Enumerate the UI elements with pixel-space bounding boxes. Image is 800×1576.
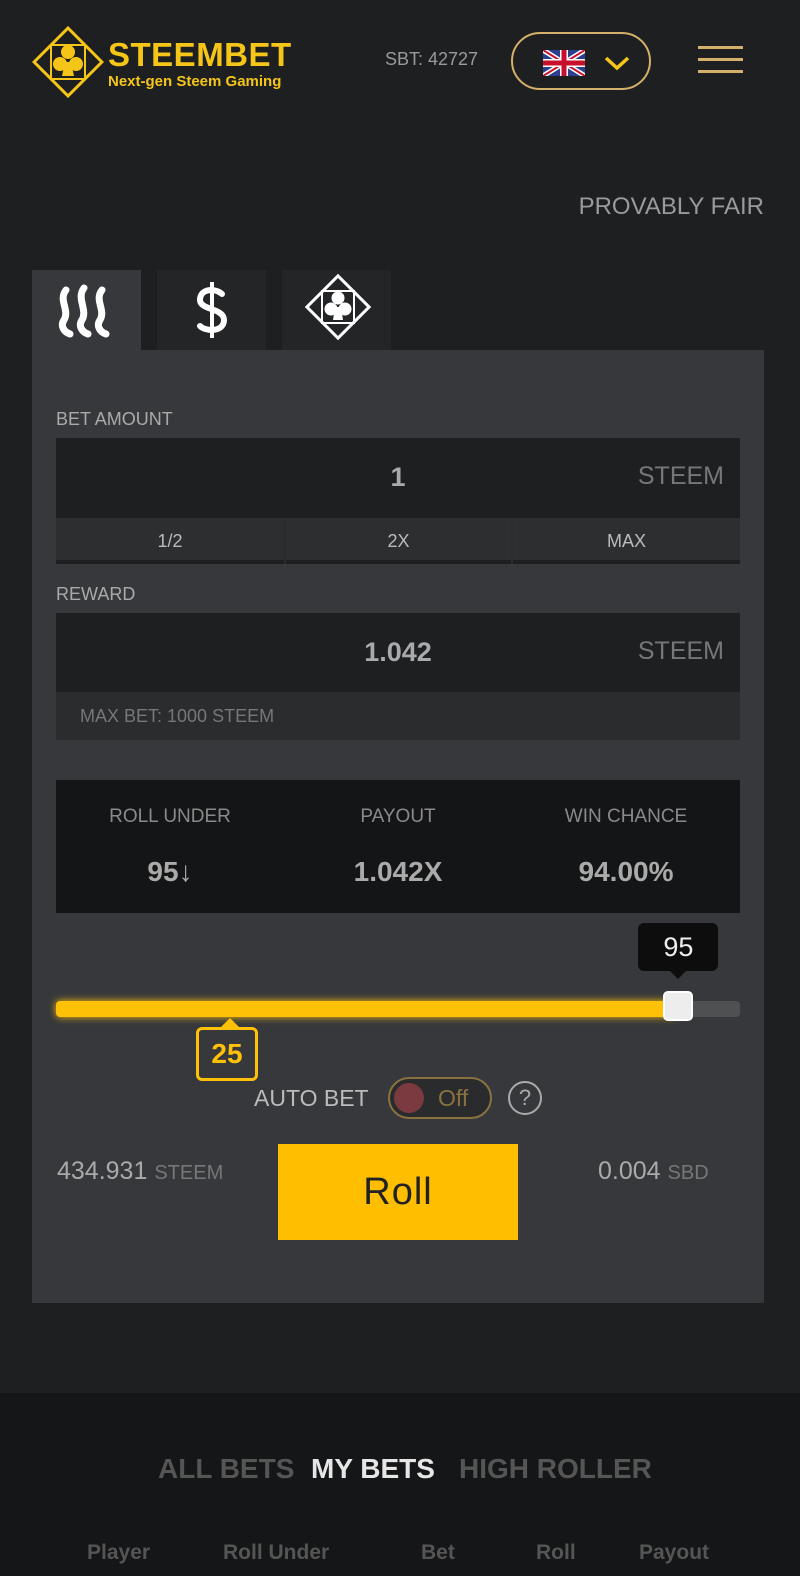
slider-thumb[interactable] bbox=[663, 991, 694, 1021]
max-bet-button[interactable]: MAX bbox=[513, 518, 740, 564]
roll-under-label: ROLL UNDER bbox=[109, 806, 231, 827]
column-bet: Bet bbox=[421, 1541, 455, 1564]
column-roll-under: Roll Under bbox=[223, 1541, 330, 1564]
column-player: Player bbox=[87, 1541, 151, 1564]
tab-high-roller[interactable]: HIGH ROLLER bbox=[459, 1453, 652, 1485]
double-bet-button[interactable]: 2X bbox=[286, 518, 511, 564]
steembet-logo-icon[interactable] bbox=[32, 26, 104, 98]
steem-balance-unit: STEEM bbox=[154, 1162, 224, 1184]
sbt-balance: SBT: 42727 bbox=[385, 49, 479, 69]
reward-label: REWARD bbox=[56, 584, 136, 604]
payout-value: 1.042X bbox=[353, 856, 443, 887]
roll-button[interactable]: Roll bbox=[278, 1144, 518, 1240]
hamburger-menu-icon[interactable] bbox=[698, 46, 743, 76]
reward-unit: STEEM bbox=[637, 637, 724, 665]
tab-sbd[interactable] bbox=[157, 270, 266, 350]
slider-min-marker[interactable]: 25 bbox=[196, 1018, 258, 1081]
provably-fair-link[interactable]: PROVABLY FAIR bbox=[579, 193, 764, 221]
slider-value-tooltip: 95 bbox=[638, 923, 719, 979]
bet-amount-input[interactable]: 1 STEEM bbox=[56, 438, 740, 518]
header: STEEMBET Next-gen Steem Gaming SBT: 4272… bbox=[0, 0, 800, 130]
reward-display: 1.042 STEEM bbox=[56, 613, 740, 693]
column-roll: Roll bbox=[536, 1541, 576, 1564]
auto-bet-toggle[interactable]: Off bbox=[388, 1077, 492, 1119]
max-bet-info: MAX BET: 1000 STEEM bbox=[56, 692, 740, 740]
sbd-balance-value: 0.004 bbox=[598, 1157, 661, 1185]
bets-section: ALL BETS MY BETS HIGH ROLLER Player Roll… bbox=[0, 1393, 800, 1576]
payout-label: PAYOUT bbox=[360, 806, 436, 827]
bet-amount-label: BET AMOUNT bbox=[56, 409, 173, 429]
steem-icon bbox=[58, 284, 110, 338]
language-selector[interactable] bbox=[511, 32, 651, 90]
brand-tagline: Next-gen Steem Gaming bbox=[108, 73, 282, 90]
roll-slider[interactable] bbox=[56, 1001, 740, 1017]
auto-bet-label: AUTO BET bbox=[254, 1085, 369, 1111]
dice-panel: BET AMOUNT 1 STEEM 1/2 2X MAX REWARD 1.0… bbox=[32, 350, 764, 1303]
max-bet-text: MAX BET: 1000 STEEM bbox=[80, 706, 275, 726]
sbd-balance: 0.004 SBD bbox=[598, 1157, 709, 1186]
win-chance-value: 94.00% bbox=[578, 856, 674, 887]
brand-name: STEEMBET bbox=[108, 36, 292, 73]
roll-stats: ROLL UNDER 95↓ PAYOUT 1.042X WIN CHANCE … bbox=[56, 780, 740, 913]
column-payout: Payout bbox=[639, 1541, 710, 1564]
club-diamond-icon bbox=[304, 273, 372, 341]
toggle-knob bbox=[394, 1083, 424, 1113]
tab-all-bets[interactable]: ALL BETS bbox=[158, 1453, 294, 1485]
tab-steembet-token[interactable] bbox=[282, 270, 391, 350]
roll-under-value: 95↓ bbox=[147, 856, 193, 887]
sbd-dollar-icon bbox=[196, 282, 228, 338]
uk-flag-icon bbox=[543, 50, 585, 76]
chevron-down-icon bbox=[604, 56, 630, 71]
sbd-balance-unit: SBD bbox=[667, 1162, 709, 1184]
auto-bet-state: Off bbox=[438, 1085, 469, 1111]
help-icon[interactable]: ? bbox=[508, 1081, 542, 1115]
steem-balance-value: 434.931 bbox=[57, 1157, 148, 1185]
tab-steem[interactable] bbox=[32, 270, 141, 350]
steem-balance: 434.931 STEEM bbox=[57, 1157, 223, 1186]
bet-amount-unit: STEEM bbox=[637, 462, 724, 490]
win-chance-label: WIN CHANCE bbox=[564, 806, 688, 827]
slider-fill bbox=[56, 1001, 679, 1017]
half-bet-button[interactable]: 1/2 bbox=[56, 518, 284, 564]
bet-quick-buttons: 1/2 2X MAX bbox=[56, 518, 740, 564]
tab-my-bets[interactable]: MY BETS bbox=[311, 1453, 435, 1485]
